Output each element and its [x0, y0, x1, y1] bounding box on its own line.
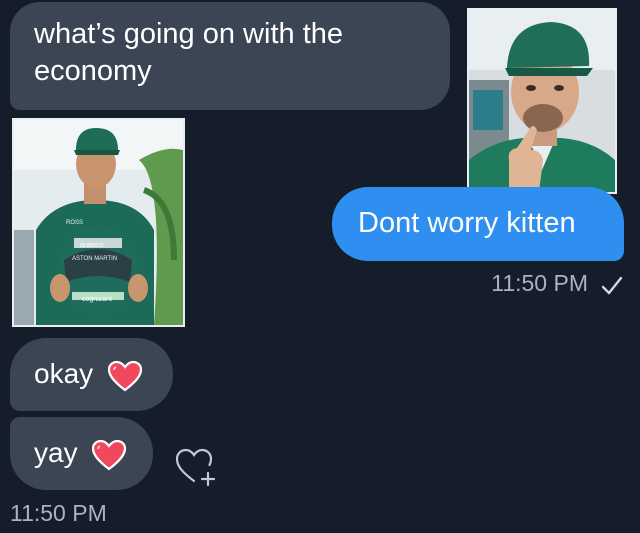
message-text: okay	[34, 358, 94, 389]
checkmark-icon	[601, 276, 623, 295]
message-text: what’s going on with the economy	[34, 18, 344, 87]
red-heart-icon	[92, 439, 127, 470]
driver-portrait-illustration	[469, 10, 615, 192]
message-bubble-outgoing[interactable]: Dont worry kitten	[332, 187, 624, 261]
message-text: Dont worry kitten	[358, 207, 576, 239]
message-bubble-incoming[interactable]: okay	[10, 338, 173, 411]
helmet-sponsor-text: aramco	[80, 242, 104, 249]
incoming-timestamp: 11:50 PM	[10, 500, 107, 526]
message-text: yay	[34, 437, 78, 468]
shirt-sponsor-text: ROSS	[66, 220, 84, 226]
helmet-team-text: ASTON MARTIN	[72, 256, 118, 262]
message-bubble-incoming[interactable]: what’s going on with the economy	[10, 2, 450, 110]
heart-plus-icon[interactable]	[172, 443, 220, 489]
driver-helmet-illustration	[14, 120, 183, 325]
red-heart-icon	[107, 360, 143, 391]
message-bubble-incoming[interactable]: yay	[10, 417, 153, 490]
photo-driver-right	[467, 8, 617, 194]
outgoing-timestamp: 11:50 PM	[491, 270, 588, 296]
photo-driver-left: ROSS aramco ASTON MARTIN cognizant	[12, 118, 185, 327]
helmet-sponsor-text-2: cognizant	[82, 296, 112, 303]
